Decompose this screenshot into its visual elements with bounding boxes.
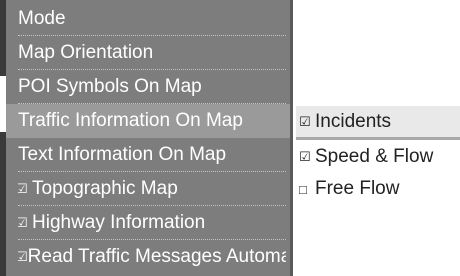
- menu-item-text-information[interactable]: Text Information On Map: [18, 138, 286, 172]
- checkbox-checked-icon: ☑: [299, 149, 311, 164]
- submenu-item-incidents[interactable]: ☑ Incidents: [296, 106, 460, 140]
- panel-divider: [290, 0, 293, 276]
- menu-item-traffic-information[interactable]: Traffic Information On Map: [6, 104, 290, 138]
- menu-item-label: Map Orientation: [18, 41, 154, 63]
- menu-item-label: Text Information On Map: [18, 143, 227, 165]
- submenu-item-speed-flow[interactable]: ☑ Speed & Flow: [296, 140, 460, 174]
- menu-item-label: Topographic Map: [32, 177, 178, 199]
- menu-item-topographic-map[interactable]: ☑ Topographic Map: [18, 172, 286, 206]
- checkbox-checked-icon: ☑: [299, 113, 311, 129]
- submenu-item-label: Free Flow: [315, 178, 400, 199]
- menu-item-label: Traffic Information On Map: [18, 110, 243, 131]
- checkbox-checked-icon: ☑: [18, 181, 32, 197]
- checkbox-checked-icon: ☑: [18, 215, 32, 231]
- menu-item-poi-symbols[interactable]: POI Symbols On Map: [18, 70, 286, 104]
- submenu-item-label: Incidents: [315, 110, 392, 132]
- submenu-item-free-flow[interactable]: □ Free Flow: [296, 172, 460, 206]
- menu-item-label: Mode: [18, 7, 66, 29]
- checkbox-unchecked-icon: □: [299, 181, 307, 197]
- menu-item-map-orientation[interactable]: Map Orientation: [18, 36, 286, 70]
- menu-item-label: Highway Information: [32, 211, 206, 233]
- menu-item-label: POI Symbols On Map: [18, 75, 202, 97]
- menu-scroll-edge: [0, 0, 6, 276]
- menu-item-label: Read Traffic Messages Automatically: [27, 246, 286, 267]
- menu-item-highway-information[interactable]: ☑ Highway Information: [18, 206, 286, 240]
- menu-item-read-traffic-messages[interactable]: ☑ Read Traffic Messages Automatically: [18, 240, 286, 274]
- menu-item-mode[interactable]: Mode: [18, 2, 286, 36]
- main-menu-panel: Mode Map Orientation POI Symbols On Map …: [0, 0, 290, 276]
- submenu-item-label: Speed & Flow: [315, 146, 434, 167]
- checkbox-checked-icon: ☑: [18, 249, 28, 264]
